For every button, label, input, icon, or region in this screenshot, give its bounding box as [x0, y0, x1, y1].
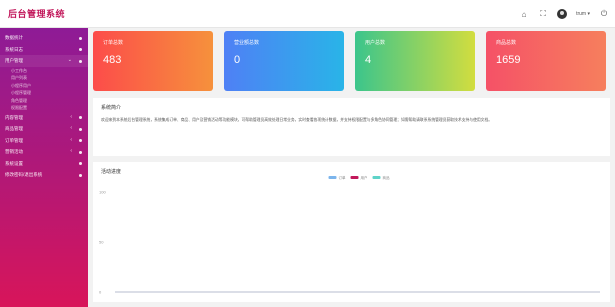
- dot-icon: [79, 36, 82, 40]
- dot-icon: [79, 139, 82, 142]
- home-icon[interactable]: ⌂: [519, 9, 529, 19]
- y-tick-label: 50: [99, 240, 104, 245]
- sidebar-item[interactable]: 数据统计: [0, 32, 88, 44]
- sidebar-item-label: 修改密码/退出系统: [5, 172, 43, 177]
- chart-panel: 活动进度 订单 用户 商品 100 50 0: [93, 162, 610, 302]
- sidebar-item-label: 数据统计: [5, 35, 23, 40]
- stat-card-products[interactable]: 商品总数 1659: [486, 31, 606, 91]
- stat-card-orders[interactable]: 订单总数 483: [93, 31, 213, 91]
- chevron-left-icon: ‹: [70, 113, 72, 120]
- sidebar-subitem[interactable]: 权限配置: [0, 104, 88, 112]
- sidebar-item[interactable]: 用户管理 ⌄: [0, 55, 88, 67]
- chevron-down-icon: ⌄: [67, 57, 72, 63]
- avatar[interactable]: [557, 9, 568, 19]
- stat-card-users[interactable]: 用户总数 4: [355, 31, 475, 91]
- main-content: 订单总数 483 营业额总数 0 用户总数 4 商品总数 1659 系统简介 欢…: [88, 28, 615, 307]
- dot-icon: [79, 116, 82, 119]
- sidebar-item-label: 系统设置: [5, 160, 23, 166]
- stat-cards: 订单总数 483 营业额总数 0 用户总数 4 商品总数 1659: [93, 31, 610, 91]
- user-menu[interactable]: trum ▾: [576, 11, 590, 17]
- dot-icon: [79, 59, 82, 63]
- dot-icon: [79, 127, 82, 131]
- legend-swatch[interactable]: [350, 176, 359, 179]
- sidebar-subitem[interactable]: 用户列表: [0, 74, 88, 82]
- sidebar-item[interactable]: 营销活动 ‹: [0, 146, 88, 158]
- dot-icon: [79, 150, 82, 154]
- legend-swatch[interactable]: [328, 176, 337, 179]
- sidebar-item[interactable]: 系统设置: [0, 158, 88, 170]
- sidebar-item-label: 订单管理: [5, 137, 23, 143]
- legend-swatch[interactable]: [372, 176, 381, 179]
- chevron-left-icon: ‹: [70, 125, 72, 131]
- sidebar-item-label: 营销活动: [5, 149, 23, 154]
- stat-card-title: 订单总数: [103, 40, 124, 46]
- sidebar-item[interactable]: 订单管理 ‹: [0, 135, 88, 147]
- line-chart: 订单 用户 商品 100 50 0: [99, 175, 600, 295]
- sidebar-item[interactable]: 商品管理 ‹: [0, 123, 88, 135]
- legend-label[interactable]: 商品: [383, 175, 391, 180]
- sidebar-item[interactable]: 内容管理 ‹: [0, 112, 88, 124]
- legend-label[interactable]: 用户: [361, 175, 368, 180]
- stat-card-title: 营业额总数: [234, 40, 260, 46]
- stat-card-value: 0: [234, 54, 241, 66]
- chevron-left-icon: ‹: [70, 136, 72, 143]
- sidebar-item-label: 内容管理: [5, 114, 23, 120]
- header-actions: ⌂ ⛶ trum ▾ ⏻: [519, 0, 609, 28]
- y-tick-label: 0: [99, 290, 102, 295]
- about-text: 欢迎来到本系统后台管理系统，系统集成订单、商品、用户及营销活动等功能模块，可帮助…: [101, 118, 493, 122]
- top-header: 后台管理系统 ⌂ ⛶ trum ▾ ⏻: [0, 0, 615, 28]
- sidebar-subitem[interactable]: 小程序用户: [0, 82, 88, 90]
- stat-card-value: 1659: [496, 54, 521, 66]
- power-icon[interactable]: ⏻: [599, 9, 609, 19]
- stat-card-value: 4: [365, 54, 372, 66]
- legend-label[interactable]: 订单: [339, 175, 347, 180]
- dot-icon: [79, 173, 82, 177]
- about-panel: 系统简介 欢迎来到本系统后台管理系统，系统集成订单、商品、用户及营销活动等功能模…: [93, 98, 610, 156]
- sidebar-subitem[interactable]: 小工作台: [0, 67, 88, 75]
- brand-title: 后台管理系统: [8, 9, 66, 19]
- sidebar-item[interactable]: 系统日志: [0, 44, 88, 56]
- sidebar-item-label: 商品管理: [5, 126, 23, 131]
- sidebar-subitem[interactable]: 小程序管理: [0, 89, 88, 97]
- sidebar-item-label: 系统日志: [5, 46, 23, 52]
- sidebar: 数据统计 系统日志 用户管理 ⌄ 小工作台 用户列表 小程序用户 小程序管理 角色管理 权限配置内…: [0, 28, 88, 307]
- stat-card-revenue[interactable]: 营业额总数 0: [224, 31, 344, 91]
- dot-icon: [79, 48, 82, 51]
- about-title: 系统简介: [101, 105, 122, 111]
- chevron-left-icon: ‹: [70, 148, 72, 154]
- sidebar-item-label: 用户管理: [5, 58, 23, 63]
- stat-card-title: 用户总数: [365, 40, 386, 46]
- stat-card-title: 商品总数: [496, 40, 517, 46]
- sidebar-item[interactable]: 修改密码/退出系统: [0, 169, 88, 181]
- fullscreen-icon[interactable]: ⛶: [538, 9, 548, 19]
- sidebar-subitem[interactable]: 角色管理: [0, 97, 88, 105]
- dot-icon: [79, 162, 82, 165]
- stat-card-value: 483: [103, 54, 122, 66]
- y-tick-label: 100: [99, 190, 106, 195]
